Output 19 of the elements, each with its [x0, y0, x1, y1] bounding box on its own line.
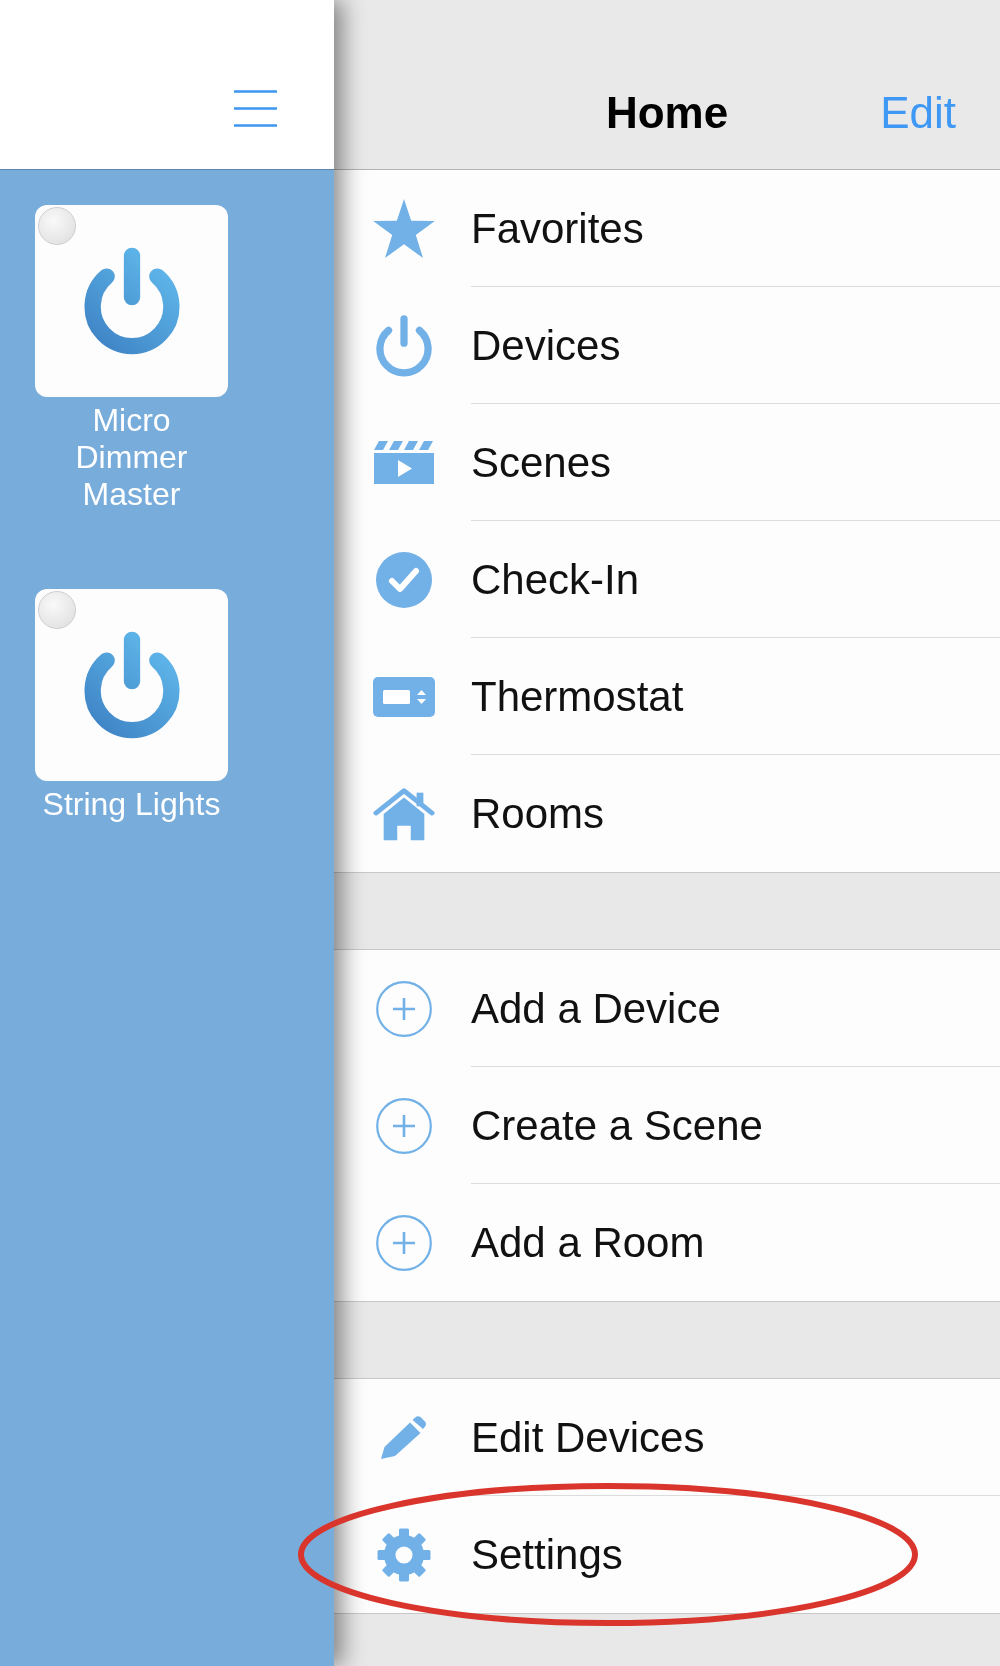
- device-name: String Lights: [41, 786, 222, 823]
- power-icon: [83, 247, 180, 355]
- device-tile[interactable]: [35, 589, 228, 781]
- house-icon: [373, 786, 435, 841]
- plus-circle-icon: [376, 980, 432, 1037]
- device-name: Micro Dimmer Master: [74, 402, 189, 513]
- plus-circle-icon: [376, 1097, 432, 1154]
- device-tile[interactable]: [35, 205, 228, 397]
- pencil-icon: [381, 1416, 427, 1459]
- power-icon: [83, 631, 180, 739]
- power-icon: [376, 314, 432, 377]
- clapperboard-icon: [374, 441, 434, 484]
- thermostat-icon: [373, 676, 435, 717]
- header-title: Home: [605, 91, 729, 135]
- gear-icon: [376, 1526, 432, 1583]
- checkmark-circle-icon: [376, 551, 432, 608]
- plus-circle-icon: [376, 1214, 432, 1271]
- menu-icon[interactable]: [234, 90, 277, 127]
- star-icon: [373, 199, 435, 258]
